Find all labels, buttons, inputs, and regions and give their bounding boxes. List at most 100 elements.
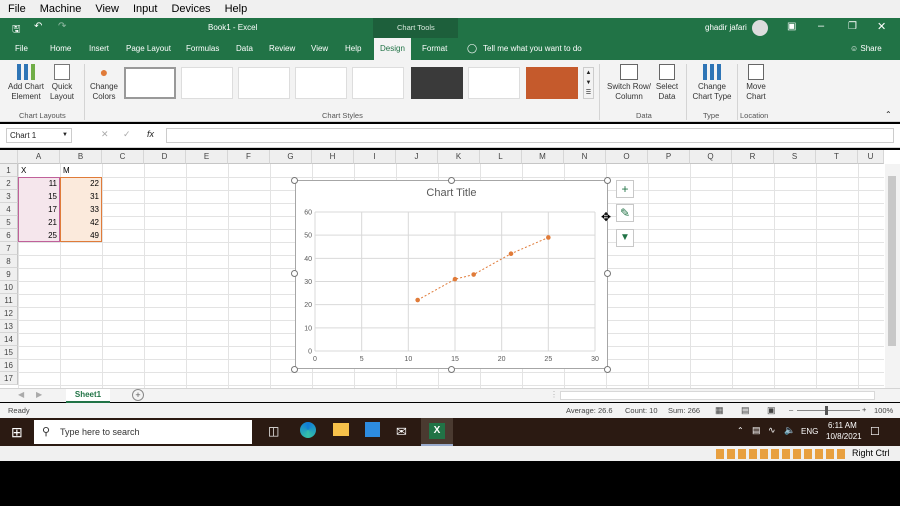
avatar[interactable] (752, 20, 768, 36)
chart-style-3[interactable] (238, 67, 290, 99)
resize-handle-left[interactable] (291, 270, 298, 277)
minimize-icon[interactable]: – (818, 20, 824, 32)
cell-b6[interactable]: 49 (60, 229, 102, 242)
zoom-level[interactable]: 100% (874, 406, 893, 415)
tab-formulas[interactable]: Formulas (186, 38, 219, 60)
switch-row-column-button[interactable]: Switch Row/ Column (604, 64, 654, 102)
undo-icon[interactable]: ↶ (34, 21, 42, 32)
chart-styles-brush-icon[interactable]: ✎ (616, 204, 634, 222)
tab-review[interactable]: Review (269, 38, 295, 60)
windows-start-icon[interactable]: ⊞ (11, 424, 23, 441)
row-header-8[interactable]: 8 (0, 255, 18, 268)
cell-a5[interactable]: 21 (18, 216, 60, 229)
name-box[interactable]: Chart 1 ▼ (6, 128, 72, 143)
horizontal-scrollbar[interactable] (560, 391, 875, 400)
insert-function-icon[interactable]: fx (147, 129, 154, 139)
language-indicator[interactable]: ENG (801, 427, 818, 436)
cell-a3[interactable]: 15 (18, 190, 60, 203)
status-sum[interactable]: Sum: 266 (668, 406, 700, 415)
column-header-j[interactable]: J (396, 150, 438, 164)
column-header-r[interactable]: R (732, 150, 774, 164)
cancel-icon[interactable]: ✕ (101, 129, 109, 140)
move-chart-button[interactable]: Move Chart (741, 64, 771, 102)
chart-elements-plus-icon[interactable]: + (616, 180, 634, 198)
cell-b4[interactable]: 33 (60, 203, 102, 216)
column-header-t[interactable]: T (816, 150, 858, 164)
wifi-icon[interactable]: ∿ (768, 425, 776, 436)
select-data-button[interactable]: Select Data (654, 64, 680, 102)
column-header-i[interactable]: I (354, 150, 396, 164)
mail-icon[interactable]: ✉ (396, 424, 407, 440)
column-header-e[interactable]: E (186, 150, 228, 164)
redo-icon[interactable]: ↷ (58, 21, 66, 32)
tell-me-search[interactable]: Tell me what you want to do (483, 44, 582, 53)
enter-icon[interactable]: ✓ (123, 129, 131, 140)
collapse-ribbon-icon[interactable]: ⌃ (885, 110, 892, 119)
column-header-s[interactable]: S (774, 150, 816, 164)
row-header-15[interactable]: 15 (0, 346, 18, 359)
vertical-scrollbar[interactable] (885, 164, 900, 388)
zoom-slider-thumb[interactable] (825, 406, 828, 415)
tab-design[interactable]: Design (374, 38, 411, 60)
formula-input[interactable] (166, 128, 894, 143)
row-header-2[interactable]: 2 (0, 177, 18, 190)
column-header-d[interactable]: D (144, 150, 186, 164)
change-chart-type-button[interactable]: Change Chart Type (690, 64, 734, 102)
resize-handle-bottom[interactable] (448, 366, 455, 373)
store-icon[interactable] (365, 422, 380, 437)
row-header-6[interactable]: 6 (0, 229, 18, 242)
tab-file[interactable]: File (15, 38, 28, 60)
column-header-l[interactable]: L (480, 150, 522, 164)
clock-time[interactable]: 6:11 AM (828, 421, 857, 430)
clock-date[interactable]: 10/8/2021 (826, 432, 862, 441)
row-header-5[interactable]: 5 (0, 216, 18, 229)
sheet-scroll-right-icon[interactable]: ▶ (36, 390, 42, 399)
vm-menu-machine[interactable]: Machine (40, 3, 82, 15)
chart-style-1[interactable] (124, 67, 176, 99)
zoom-out-icon[interactable]: – (789, 405, 793, 414)
resize-handle-top-left[interactable] (291, 177, 298, 184)
task-view-icon[interactable]: ◫ (268, 424, 279, 438)
row-header-7[interactable]: 7 (0, 242, 18, 255)
tray-chevron-up-icon[interactable]: ⌃ (737, 426, 744, 435)
column-header-k[interactable]: K (438, 150, 480, 164)
file-explorer-icon[interactable] (333, 423, 349, 436)
tab-insert[interactable]: Insert (89, 38, 109, 60)
column-header-b[interactable]: B (60, 150, 102, 164)
column-header-a[interactable]: A (18, 150, 60, 164)
status-count[interactable]: Count: 10 (625, 406, 658, 415)
tab-page-layout[interactable]: Page Layout (126, 38, 171, 60)
row-header-9[interactable]: 9 (0, 268, 18, 281)
row-header-10[interactable]: 10 (0, 281, 18, 294)
row-header-13[interactable]: 13 (0, 320, 18, 333)
share-button[interactable]: ☺ Share (850, 44, 882, 53)
cell-b1[interactable]: M (60, 164, 102, 177)
column-header-f[interactable]: F (228, 150, 270, 164)
column-header-g[interactable]: G (270, 150, 312, 164)
cell-a4[interactable]: 17 (18, 203, 60, 216)
tab-split-icon[interactable]: ⋮ (550, 390, 558, 399)
vm-menu-help[interactable]: Help (225, 3, 248, 15)
status-average[interactable]: Average: 26.6 (566, 406, 613, 415)
network-icon[interactable]: ▤ (752, 425, 761, 436)
chart[interactable]: Chart Title 0 10 20 30 40 50 60 0 5 10 15 20 25 30 (295, 180, 608, 369)
resize-handle-top[interactable] (448, 177, 455, 184)
row-header-17[interactable]: 17 (0, 372, 18, 385)
vm-menu-input[interactable]: Input (133, 3, 157, 15)
column-header-c[interactable]: C (102, 150, 144, 164)
volume-icon[interactable]: 🔈 (784, 425, 795, 436)
cell-b5[interactable]: 42 (60, 216, 102, 229)
change-colors-button[interactable]: ● Change Colors (88, 64, 120, 102)
chart-styles-scroll[interactable]: ▲ ▼ ☰ (583, 67, 594, 99)
column-header-h[interactable]: H (312, 150, 354, 164)
select-all-corner[interactable] (0, 150, 18, 164)
edge-icon[interactable] (300, 422, 316, 438)
normal-view-icon[interactable]: ▦ (715, 405, 724, 416)
tab-home[interactable]: Home (50, 38, 71, 60)
tab-view[interactable]: View (311, 38, 328, 60)
row-header-1[interactable]: 1 (0, 164, 18, 177)
resize-handle-bottom-left[interactable] (291, 366, 298, 373)
notifications-icon[interactable]: ☐ (870, 425, 880, 438)
save-icon[interactable]: 🖫 (12, 22, 21, 39)
ribbon-display-icon[interactable]: ▣ (787, 21, 796, 32)
